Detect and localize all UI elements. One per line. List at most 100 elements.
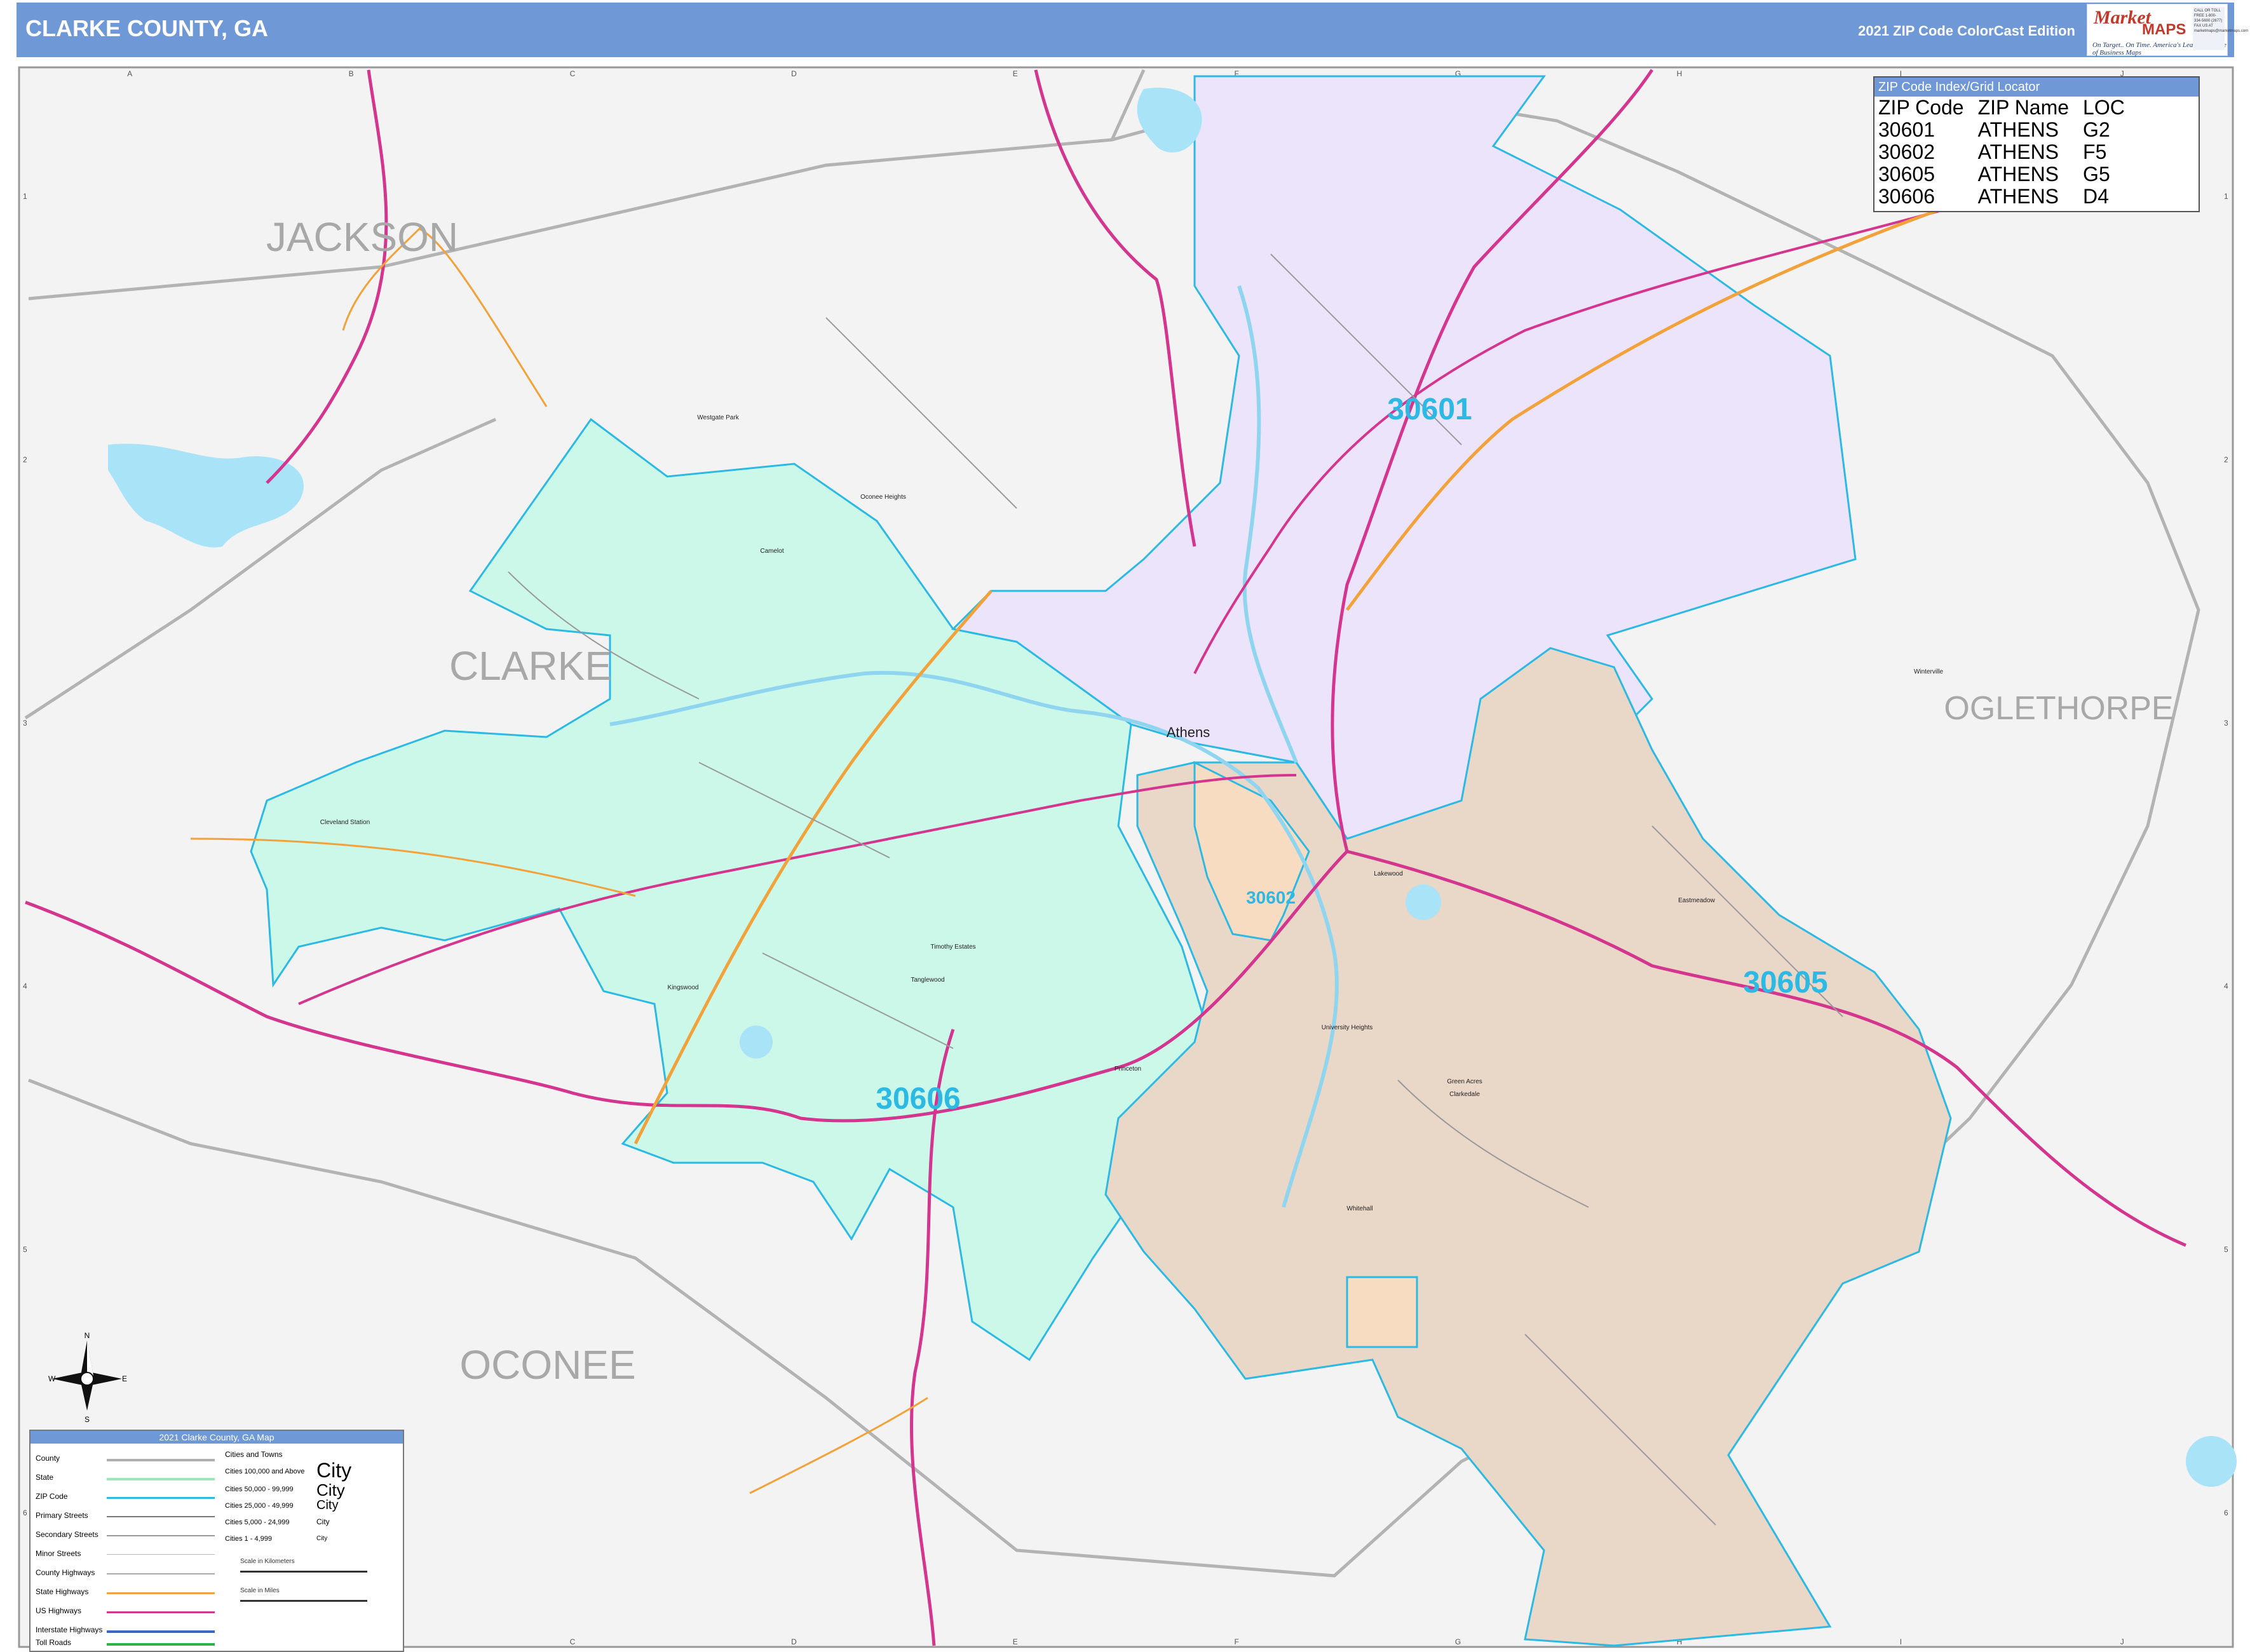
legend-line-county bbox=[107, 1459, 215, 1461]
legend-item-secondary: Secondary Streets bbox=[36, 1530, 98, 1539]
compass-north-highlight bbox=[87, 1341, 93, 1376]
grid-col-E: E bbox=[1013, 69, 1018, 78]
table-row: 30602 ATHENS F5 bbox=[1878, 141, 2139, 163]
legend-item-zip: ZIP Code bbox=[36, 1492, 68, 1501]
county-label-clarke: CLARKE bbox=[449, 643, 612, 689]
zip-index-table: ZIP Code ZIP Name LOC 30601 ATHENS G2 30… bbox=[1878, 97, 2139, 208]
pond-lakewood bbox=[1406, 884, 1441, 920]
place-university-heights: University Heights bbox=[1322, 1024, 1373, 1031]
grid-col-B: B bbox=[349, 69, 354, 78]
place-cleveland-station: Cleveland Station bbox=[320, 819, 370, 826]
grid-col-A: A bbox=[127, 69, 132, 78]
compass-south-point bbox=[81, 1382, 93, 1411]
legend-item-primary: Primary Streets bbox=[36, 1511, 88, 1520]
loc-cell: G2 bbox=[2083, 118, 2110, 141]
legend-item-interstate: Interstate Highways bbox=[36, 1625, 103, 1634]
grid-col-F: F bbox=[1235, 1637, 1239, 1646]
grid-col-I: I bbox=[1900, 1637, 1902, 1646]
zip-area-30602-parcel bbox=[1346, 1276, 1418, 1348]
legend-line-us-hwy bbox=[107, 1611, 215, 1613]
grid-col-H: H bbox=[1677, 69, 1683, 78]
legend-line-county-hwy bbox=[107, 1573, 215, 1574]
grid-row-2: 2 bbox=[2224, 456, 2228, 464]
table-row: 30601 ATHENS G2 bbox=[1878, 119, 2139, 141]
place-kingswood: Kingswood bbox=[668, 984, 699, 991]
place-lakewood: Lakewood bbox=[1374, 870, 1403, 877]
grid-col-E: E bbox=[1013, 1637, 1018, 1646]
place-whitehall: Whitehall bbox=[1346, 1205, 1372, 1212]
zip-label-30602: 30602 bbox=[1246, 888, 1296, 907]
legend-item-county-hwy: County Highways bbox=[36, 1568, 95, 1577]
legend-city-sample-5: City bbox=[316, 1535, 328, 1542]
zip-index-title: ZIP Code Index/Grid Locator bbox=[1874, 78, 2199, 97]
zip-name-cell: ATHENS bbox=[1977, 118, 2059, 141]
legend-scale-km-bar bbox=[240, 1571, 367, 1573]
grid-row-4: 4 bbox=[2224, 982, 2228, 991]
table-row: 30605 ATHENS G5 bbox=[1878, 163, 2139, 186]
place-eastmeadow: Eastmeadow bbox=[1678, 897, 1716, 904]
table-row: 30606 ATHENS D4 bbox=[1878, 186, 2139, 208]
legend-city-class-5: Cities 1 - 4,999 bbox=[225, 1535, 272, 1543]
compass-center bbox=[80, 1372, 94, 1386]
grid-row-3: 3 bbox=[23, 719, 27, 728]
zip-label-30601: 30601 bbox=[1387, 393, 1472, 426]
grid-row-5: 5 bbox=[2224, 1245, 2228, 1254]
legend-line-toll bbox=[107, 1643, 215, 1646]
legend-line-state bbox=[107, 1478, 215, 1480]
compass-e: E bbox=[122, 1374, 127, 1383]
legend-city-sample-4: City bbox=[316, 1517, 330, 1526]
county-label-oglethorpe: OGLETHORPE bbox=[1944, 690, 2173, 727]
grid-row-6: 6 bbox=[23, 1508, 27, 1517]
zip-label-30605: 30605 bbox=[1743, 966, 1827, 999]
zip-code-index: ZIP Code Index/Grid Locator ZIP Code ZIP… bbox=[1873, 76, 2200, 212]
zip-index-header-name: ZIP Name bbox=[1977, 96, 2070, 119]
legend-title: 2021 Clarke County, GA Map bbox=[30, 1431, 403, 1444]
compass-rose-icon: N S W E bbox=[48, 1331, 127, 1424]
legend-line-minor bbox=[107, 1554, 215, 1555]
legend-city-sample-2: City bbox=[316, 1480, 345, 1500]
legend-city-class-4: Cities 5,000 - 24,999 bbox=[225, 1519, 290, 1526]
pond-south bbox=[740, 1026, 773, 1059]
pond-east bbox=[2186, 1436, 2237, 1487]
legend-city-class-2: Cities 50,000 - 99,999 bbox=[225, 1486, 294, 1493]
zip-cell: 30606 bbox=[1878, 185, 1935, 208]
grid-row-1: 1 bbox=[23, 192, 27, 201]
place-athens: Athens bbox=[1167, 724, 1210, 740]
compass-s: S bbox=[85, 1415, 90, 1424]
grid-row-3: 3 bbox=[2224, 719, 2228, 728]
place-tanglewood: Tanglewood bbox=[911, 977, 944, 984]
place-princeton: Princeton bbox=[1115, 1066, 1141, 1073]
legend-city-sample-3: City bbox=[316, 1498, 339, 1512]
loc-cell: D4 bbox=[2083, 185, 2109, 208]
zip-cell: 30601 bbox=[1878, 118, 1935, 141]
grid-col-J: J bbox=[2120, 1637, 2124, 1646]
legend-scale-km: Scale in Kilometers bbox=[240, 1558, 295, 1565]
legend-item-county: County bbox=[36, 1454, 60, 1463]
legend-line-primary bbox=[107, 1516, 215, 1517]
zip-index-header-loc: LOC bbox=[2083, 96, 2125, 119]
place-oconee-heights: Oconee Heights bbox=[860, 494, 906, 501]
grid-col-D: D bbox=[791, 1637, 797, 1646]
loc-cell: F5 bbox=[2083, 140, 2107, 163]
zip-name-cell: ATHENS bbox=[1977, 140, 2059, 163]
legend-line-state-hwy bbox=[107, 1592, 215, 1594]
grid-col-C: C bbox=[570, 69, 576, 78]
grid-row-1: 1 bbox=[2224, 192, 2228, 201]
zip-name-cell: ATHENS bbox=[1977, 185, 2059, 208]
county-label-jackson: JACKSON bbox=[266, 214, 458, 260]
compass-n: N bbox=[85, 1331, 90, 1340]
legend-item-toll: Toll Roads bbox=[36, 1638, 72, 1647]
grid-col-C: C bbox=[570, 1637, 576, 1646]
legend-line-secondary bbox=[107, 1535, 215, 1536]
zip-label-30606: 30606 bbox=[876, 1082, 960, 1116]
legend-cities-title: Cities and Towns bbox=[225, 1450, 283, 1459]
loc-cell: G5 bbox=[2083, 163, 2110, 186]
zip-name-cell: ATHENS bbox=[1977, 163, 2059, 186]
grid-row-4: 4 bbox=[23, 982, 27, 991]
county-map[interactable]: AABBCCDDEEFFGGHHIIJJ 112233445566 bbox=[0, 0, 2250, 1652]
zip-cell: 30605 bbox=[1878, 163, 1935, 186]
legend-city-class-3: Cities 25,000 - 49,999 bbox=[225, 1502, 294, 1510]
zip-index-header-row: ZIP Code ZIP Name LOC bbox=[1878, 97, 2139, 119]
legend-city-class-1: Cities 100,000 and Above bbox=[225, 1468, 305, 1475]
grid-row-5: 5 bbox=[23, 1245, 27, 1254]
